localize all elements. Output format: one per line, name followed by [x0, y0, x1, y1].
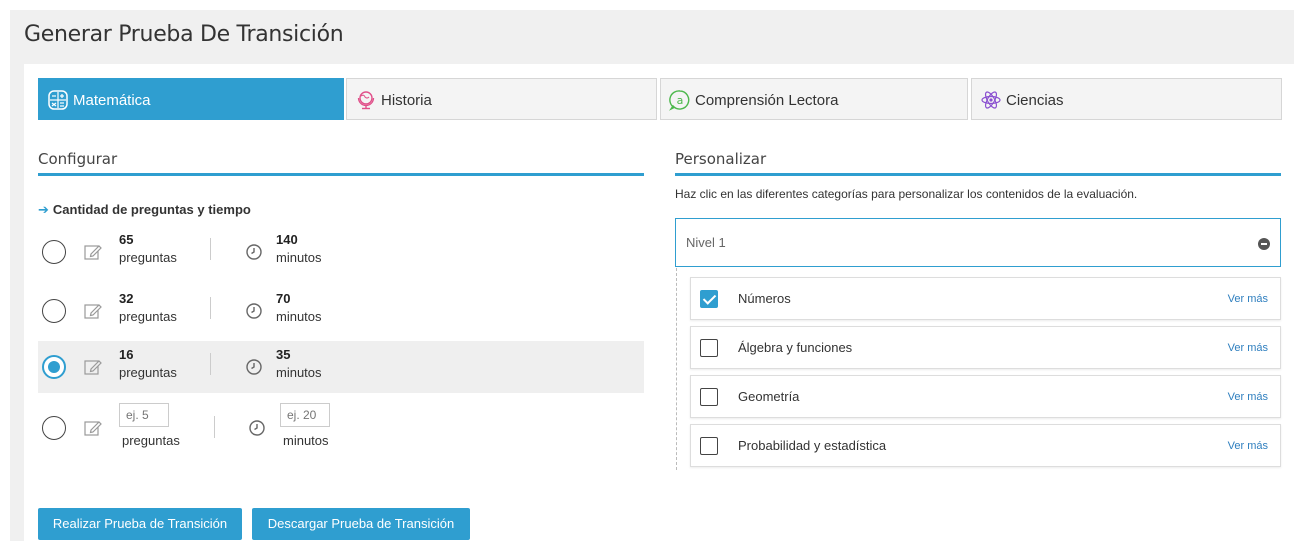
tab-label: Ciencias	[1006, 92, 1064, 109]
tab-label: Comprensión Lectora	[695, 92, 839, 109]
minutes-unit: minutos	[276, 309, 322, 324]
questions-unit: preguntas	[119, 365, 177, 380]
edit-icon	[84, 360, 102, 375]
descargar-prueba-button[interactable]: Descargar Prueba de Transición	[252, 508, 470, 540]
page-title: Generar Prueba De Transición	[24, 22, 344, 47]
option-row-custom[interactable]: preguntas minutos	[38, 400, 644, 460]
divider	[210, 353, 211, 375]
category-label: Geometría	[738, 389, 800, 404]
configurar-title: Configurar	[38, 150, 118, 168]
nivel-accordion[interactable]: Nivel 1	[675, 218, 1281, 267]
category-item[interactable]: Números Ver más	[690, 277, 1281, 320]
ver-mas-link[interactable]: Ver más	[1228, 293, 1268, 305]
ver-mas-link[interactable]: Ver más	[1228, 391, 1268, 403]
category-item[interactable]: Probabilidad y estadística Ver más	[690, 424, 1281, 467]
questions-count: 32	[119, 291, 134, 306]
minutes-count: 140	[276, 232, 298, 247]
category-label: Probabilidad y estadística	[738, 438, 887, 453]
minutes-count: 70	[276, 291, 291, 306]
category-checkbox[interactable]	[700, 388, 718, 406]
personalizar-title: Personalizar	[675, 150, 767, 168]
tab-ciencias[interactable]: Ciencias	[971, 78, 1282, 120]
edit-icon	[84, 421, 102, 436]
tab-historia[interactable]: Historia	[346, 78, 657, 120]
questions-count: 65	[119, 232, 134, 247]
divider	[210, 238, 211, 260]
tab-label: Matemática	[73, 92, 151, 109]
svg-text:a: a	[677, 94, 684, 107]
ver-mas-link[interactable]: Ver más	[1228, 342, 1268, 354]
realizar-prueba-button[interactable]: Realizar Prueba de Transición	[38, 508, 242, 540]
questions-time-heading: ➔ Cantidad de preguntas y tiempo	[38, 202, 251, 218]
option-radio[interactable]	[42, 240, 66, 264]
nivel-label: Nivel 1	[686, 235, 726, 250]
arrow-right-icon: ➔	[38, 202, 49, 217]
edit-icon	[84, 304, 102, 319]
option-row-65[interactable]: 65 preguntas 140 minutos	[38, 226, 644, 278]
globe-icon	[357, 91, 375, 110]
minutes-unit: minutos	[276, 250, 322, 265]
clock-icon	[246, 359, 262, 375]
minutes-unit: minutos	[276, 365, 322, 380]
option-row-16[interactable]: 16 preguntas 35 minutos	[38, 341, 644, 393]
personalizar-underline	[675, 173, 1281, 176]
left-gutter	[10, 64, 24, 541]
subject-tabs: Matemática Historia a Comprensión Lector…	[38, 78, 1282, 120]
option-radio[interactable]	[42, 299, 66, 323]
tab-comprension-lectora[interactable]: a Comprensión Lectora	[660, 78, 968, 120]
tab-label: Historia	[381, 92, 432, 109]
collapse-minus-icon[interactable]	[1258, 238, 1270, 250]
questions-unit: preguntas	[119, 309, 177, 324]
clock-icon	[246, 303, 262, 319]
divider	[210, 297, 211, 319]
category-label: Álgebra y funciones	[738, 340, 853, 355]
tab-matematica[interactable]: Matemática	[38, 78, 344, 120]
clock-icon	[249, 420, 265, 436]
tree-connector	[676, 268, 677, 470]
option-radio-selected[interactable]	[42, 355, 66, 379]
divider	[214, 416, 215, 438]
letter-a-icon: a	[669, 90, 690, 111]
questions-unit: preguntas	[119, 250, 177, 265]
minutes-unit: minutos	[283, 433, 329, 448]
clock-icon	[246, 244, 262, 260]
option-radio[interactable]	[42, 416, 66, 440]
questions-unit: preguntas	[122, 433, 180, 448]
custom-questions-input[interactable]	[119, 403, 169, 427]
ver-mas-link[interactable]: Ver más	[1228, 440, 1268, 452]
edit-icon	[84, 245, 102, 260]
category-checkbox[interactable]	[700, 437, 718, 455]
category-checkbox[interactable]	[700, 339, 718, 357]
custom-minutes-input[interactable]	[280, 403, 330, 427]
category-item[interactable]: Álgebra y funciones Ver más	[690, 326, 1281, 369]
questions-count: 16	[119, 347, 134, 362]
category-item[interactable]: Geometría Ver más	[690, 375, 1281, 418]
atom-icon	[981, 91, 1001, 109]
personalizar-instructions: Haz clic en las diferentes categorías pa…	[675, 187, 1138, 201]
minutes-count: 35	[276, 347, 291, 362]
category-checkbox-checked[interactable]	[700, 290, 718, 308]
configurar-underline	[38, 173, 644, 176]
category-label: Números	[738, 291, 791, 306]
subhead-label: Cantidad de preguntas y tiempo	[52, 202, 251, 217]
option-row-32[interactable]: 32 preguntas 70 minutos	[38, 285, 644, 337]
page-header: Generar Prueba De Transición	[10, 10, 1294, 64]
calculator-icon	[48, 90, 68, 110]
